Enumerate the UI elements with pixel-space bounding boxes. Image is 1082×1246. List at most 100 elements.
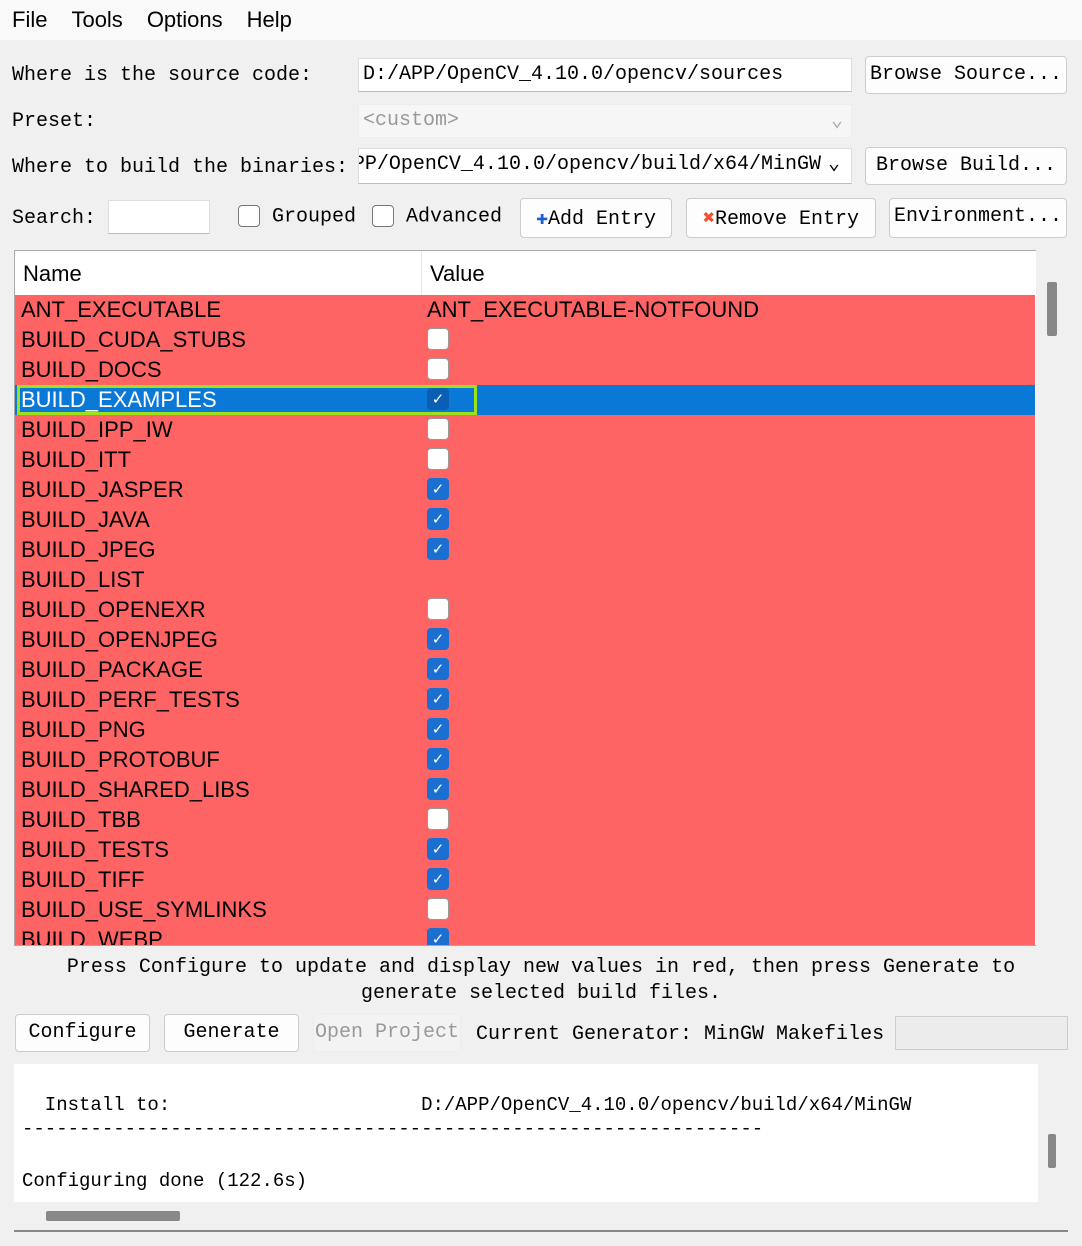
row-name: BUILD_IPP_IW bbox=[21, 417, 173, 442]
table-row[interactable]: BUILD_PNG ✓ bbox=[15, 715, 1035, 745]
remove-entry-button[interactable]: ✖Remove Entry bbox=[686, 198, 876, 238]
grouped-checkbox[interactable]: Grouped bbox=[238, 205, 356, 228]
preset-select[interactable]: <custom> ⌄ bbox=[358, 104, 852, 138]
build-select[interactable]: D:/APP/OpenCV_4.10.0/opencv/build/x64/Mi… bbox=[358, 148, 852, 184]
open-project-button[interactable]: Open Project bbox=[313, 1014, 461, 1052]
table-row[interactable]: BUILD_JAVA ✓ bbox=[15, 505, 1035, 535]
table-row[interactable]: BUILD_IPP_IW bbox=[15, 415, 1035, 445]
table-row[interactable]: BUILD_WEBP ✓ bbox=[15, 925, 1035, 946]
log-vscrollbar[interactable] bbox=[1038, 1064, 1068, 1202]
value-checkbox[interactable]: ✓ bbox=[427, 478, 449, 500]
source-label: Where is the source code: bbox=[12, 64, 313, 87]
scroll-thumb[interactable] bbox=[1048, 1134, 1056, 1168]
table-row[interactable]: BUILD_LIST bbox=[15, 565, 1035, 595]
add-entry-button[interactable]: ✚Add Entry bbox=[520, 198, 672, 238]
value-checkbox[interactable]: ✓ bbox=[427, 928, 449, 945]
row-value[interactable]: ANT_EXECUTABLE-NOTFOUND bbox=[427, 297, 759, 323]
menu-bar: File Tools Options Help bbox=[0, 0, 1082, 40]
table-row[interactable]: BUILD_EXAMPLES ✓ bbox=[15, 385, 1035, 415]
table-row[interactable]: BUILD_CUDA_STUBS bbox=[15, 325, 1035, 355]
menu-file[interactable]: File bbox=[0, 0, 59, 33]
table-row[interactable]: BUILD_SHARED_LIBS ✓ bbox=[15, 775, 1035, 805]
advanced-checkbox[interactable]: Advanced bbox=[372, 205, 502, 228]
table-row[interactable]: BUILD_PERF_TESTS ✓ bbox=[15, 685, 1035, 715]
row-name: BUILD_WEBP bbox=[21, 927, 163, 946]
value-checkbox[interactable] bbox=[427, 448, 449, 470]
column-header-value[interactable]: Value bbox=[422, 251, 1035, 295]
browse-source-button[interactable]: Browse Source... bbox=[865, 56, 1067, 94]
row-name: BUILD_PROTOBUF bbox=[21, 747, 220, 772]
table-row[interactable]: BUILD_TESTS ✓ bbox=[15, 835, 1035, 865]
search-label: Search: bbox=[12, 207, 97, 230]
log-dashes: ----------------------------------------… bbox=[22, 1118, 764, 1140]
table-row[interactable]: BUILD_DOCS bbox=[15, 355, 1035, 385]
row-name: BUILD_JAVA bbox=[21, 507, 150, 532]
table-row[interactable]: BUILD_OPENJPEG ✓ bbox=[15, 625, 1035, 655]
menu-help[interactable]: Help bbox=[235, 0, 304, 33]
value-checkbox[interactable]: ✓ bbox=[427, 628, 449, 650]
table-row[interactable]: BUILD_OPENEXR bbox=[15, 595, 1035, 625]
remove-entry-label: Remove Entry bbox=[715, 208, 860, 231]
row-name: BUILD_LIST bbox=[21, 567, 145, 592]
table-row[interactable]: BUILD_TBB bbox=[15, 805, 1035, 835]
cache-table: Name Value ANT_EXECUTABLE ANT_EXECUTABLE-… bbox=[14, 250, 1068, 946]
current-generator: Current Generator: MinGW Makefiles bbox=[476, 1023, 885, 1046]
menu-options[interactable]: Options bbox=[135, 0, 235, 33]
row-name: BUILD_PACKAGE bbox=[21, 657, 203, 682]
value-checkbox[interactable]: ✓ bbox=[427, 538, 449, 560]
table-row[interactable]: BUILD_USE_SYMLINKS bbox=[15, 895, 1035, 925]
menu-tools[interactable]: Tools bbox=[59, 0, 134, 33]
table-scrollbar[interactable] bbox=[1036, 250, 1068, 946]
remove-x-icon: ✖ bbox=[702, 208, 715, 231]
highlight-box bbox=[17, 385, 477, 415]
value-checkbox[interactable]: ✓ bbox=[427, 868, 449, 890]
row-name: BUILD_TBB bbox=[21, 807, 141, 832]
value-checkbox[interactable] bbox=[427, 898, 449, 920]
output-log: Install to: D:/APP/OpenCV_4.10.0/opencv/… bbox=[14, 1064, 1038, 1202]
row-name: BUILD_OPENJPEG bbox=[21, 627, 218, 652]
build-label: Where to build the binaries: bbox=[12, 156, 349, 179]
build-value: D:/APP/OpenCV_4.10.0/opencv/build/x64/Mi… bbox=[359, 153, 821, 176]
column-header-name[interactable]: Name bbox=[15, 251, 422, 295]
value-checkbox[interactable]: ✓ bbox=[427, 838, 449, 860]
value-checkbox[interactable]: ✓ bbox=[427, 688, 449, 710]
browse-build-button[interactable]: Browse Build... bbox=[865, 147, 1067, 185]
value-checkbox[interactable]: ✓ bbox=[427, 748, 449, 770]
row-name: BUILD_SHARED_LIBS bbox=[21, 777, 250, 802]
grouped-label: Grouped bbox=[272, 205, 357, 229]
row-name: BUILD_USE_SYMLINKS bbox=[21, 897, 267, 922]
chevron-down-icon: ⌄ bbox=[828, 153, 841, 176]
row-name: BUILD_CUDA_STUBS bbox=[21, 327, 246, 352]
row-name: BUILD_PERF_TESTS bbox=[21, 687, 240, 712]
log-hscroll-thumb[interactable] bbox=[46, 1211, 180, 1221]
table-row[interactable]: BUILD_PROTOBUF ✓ bbox=[15, 745, 1035, 775]
preset-label: Preset: bbox=[12, 110, 97, 133]
table-row[interactable]: BUILD_JPEG ✓ bbox=[15, 535, 1035, 565]
value-checkbox[interactable] bbox=[427, 328, 449, 350]
table-row[interactable]: BUILD_TIFF ✓ bbox=[15, 865, 1035, 895]
value-checkbox[interactable] bbox=[427, 808, 449, 830]
row-name: BUILD_OPENEXR bbox=[21, 597, 206, 622]
value-checkbox[interactable]: ✓ bbox=[427, 718, 449, 740]
generate-button[interactable]: Generate bbox=[164, 1014, 299, 1052]
row-name: BUILD_DOCS bbox=[21, 357, 162, 382]
table-row[interactable]: BUILD_ITT bbox=[15, 445, 1035, 475]
hint-text: Press Configure to update and display ne… bbox=[66, 956, 1016, 1005]
value-checkbox[interactable] bbox=[427, 418, 449, 440]
table-row[interactable]: BUILD_PACKAGE ✓ bbox=[15, 655, 1035, 685]
value-checkbox[interactable] bbox=[427, 358, 449, 380]
value-checkbox[interactable]: ✓ bbox=[427, 658, 449, 680]
row-name: BUILD_TESTS bbox=[21, 837, 169, 862]
source-input[interactable]: D:/APP/OpenCV_4.10.0/opencv/sources bbox=[358, 58, 852, 92]
table-row[interactable]: BUILD_JASPER ✓ bbox=[15, 475, 1035, 505]
configure-button[interactable]: Configure bbox=[15, 1014, 150, 1052]
plus-icon: ✚ bbox=[535, 208, 548, 231]
search-input[interactable] bbox=[108, 200, 210, 234]
environment-button[interactable]: Environment... bbox=[889, 198, 1067, 238]
value-checkbox[interactable] bbox=[427, 598, 449, 620]
value-checkbox[interactable]: ✓ bbox=[427, 778, 449, 800]
table-row[interactable]: ANT_EXECUTABLE ANT_EXECUTABLE-NOTFOUND bbox=[15, 295, 1035, 325]
value-checkbox[interactable]: ✓ bbox=[427, 508, 449, 530]
row-name: ANT_EXECUTABLE bbox=[21, 297, 222, 322]
scroll-thumb[interactable] bbox=[1047, 282, 1057, 336]
